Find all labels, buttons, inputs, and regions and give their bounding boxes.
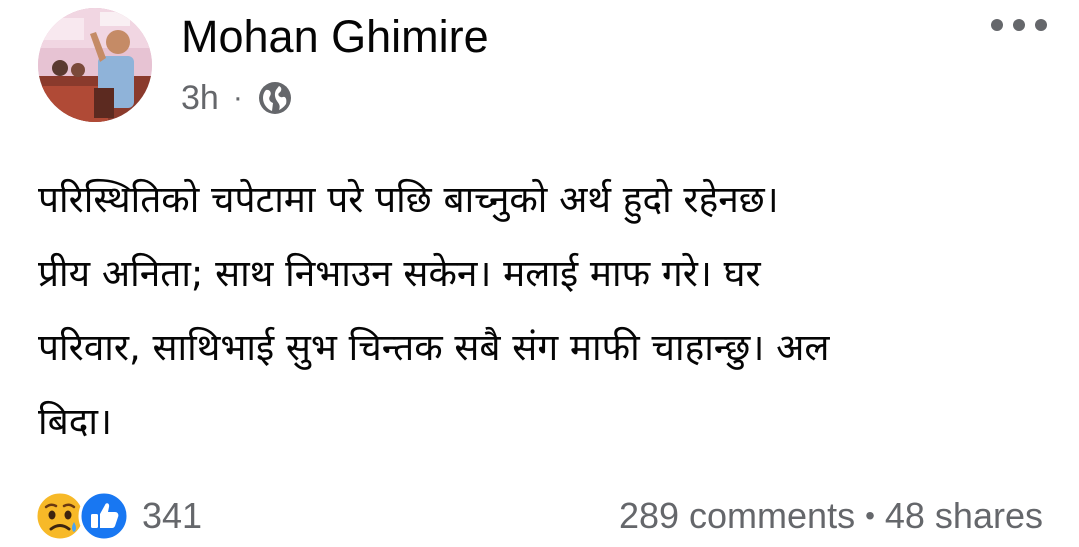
dot [991, 19, 1003, 31]
meta-separator: · [232, 81, 243, 114]
post-text-line: परिवार, साथिभाई सुभ चिन्तक सबै संग माफी … [38, 326, 830, 369]
author-name[interactable]: Mohan Ghimire [181, 12, 489, 62]
post-text-line: बिदा। [38, 400, 112, 443]
post-meta: 3h · [181, 76, 293, 120]
post-timestamp[interactable]: 3h [181, 79, 219, 118]
post-text-line: परिस्थितिको चपेटामा परे पछि बाच्नुको अर्… [38, 178, 779, 221]
facebook-post: Mohan Ghimire 3h · परिस्थितिको चपेटामा प… [0, 0, 1079, 547]
globe-icon[interactable] [257, 80, 293, 116]
post-text-line: प्रीय अनिता; साथ निभाउन सकेन। मलाई माफ ग… [38, 252, 761, 295]
engagement-summary: 289 comments • 48 shares [619, 488, 1043, 544]
post-text: परिस्थितिको चपेटामा परे पछि बाच्नुको अर्… [38, 163, 1048, 459]
like-reaction-icon [78, 490, 130, 542]
reaction-count[interactable]: 341 [142, 495, 202, 537]
comments-count[interactable]: 289 comments [619, 495, 855, 537]
avatar[interactable] [38, 8, 152, 122]
shares-count[interactable]: 48 shares [885, 495, 1043, 537]
dot [1035, 19, 1047, 31]
dot [1013, 19, 1025, 31]
more-options-icon[interactable] [991, 10, 1047, 40]
reactions-summary[interactable]: 341 [34, 488, 202, 544]
bullet-separator: • [865, 500, 875, 531]
